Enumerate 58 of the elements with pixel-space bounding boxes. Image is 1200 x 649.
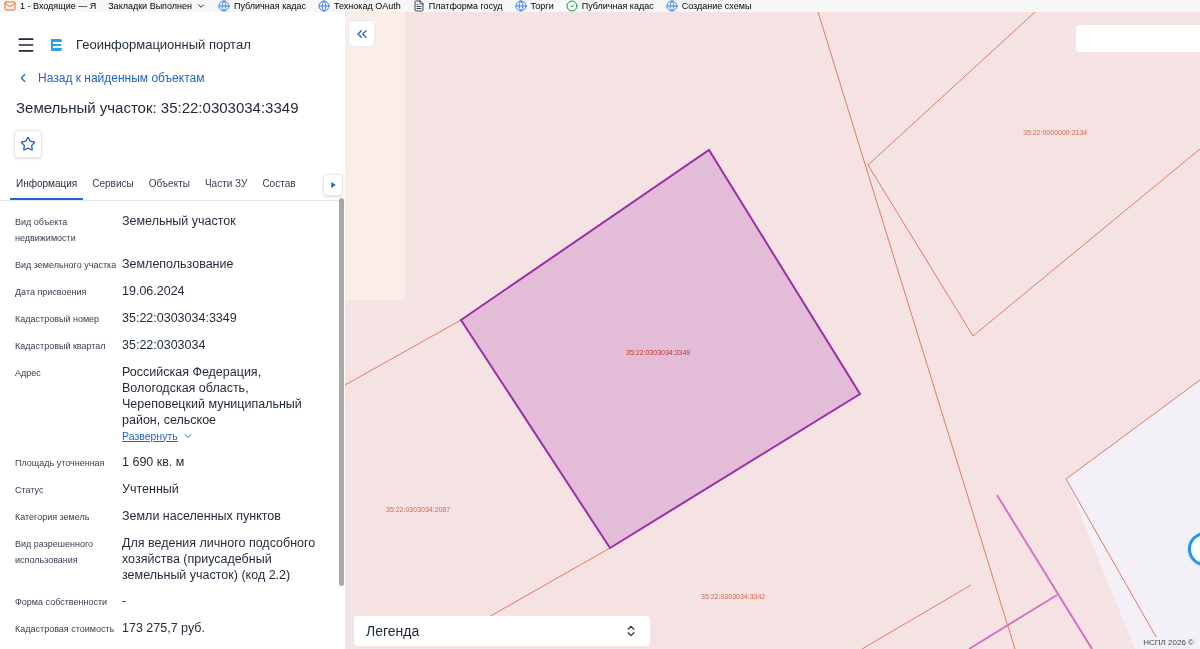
object-title: Земельный участок: 35:22:0303034:3349 bbox=[15, 98, 300, 118]
page-icon bbox=[412, 0, 425, 12]
field-value: 35:22:0303034 bbox=[122, 336, 207, 353]
globe-icon bbox=[514, 0, 527, 12]
field-label: Форма собственности bbox=[14, 595, 109, 609]
field-label: Адрес bbox=[14, 366, 42, 380]
field-value: Земельный участок bbox=[122, 212, 237, 229]
globe-icon bbox=[665, 0, 678, 12]
field-value: 173 275,7 руб. bbox=[122, 619, 206, 636]
map-search-field[interactable] bbox=[1076, 25, 1200, 52]
tab[interactable]: Объекты bbox=[142, 175, 196, 200]
caret-right-icon bbox=[330, 181, 336, 188]
logo-icon bbox=[48, 37, 64, 53]
field-label: Кадастровая стоимость bbox=[14, 622, 116, 636]
legend-select[interactable]: Легенда bbox=[354, 616, 650, 646]
field-label: Дата присвоения bbox=[14, 285, 88, 299]
field-value: Землепользование bbox=[122, 255, 235, 272]
tab[interactable]: Информация bbox=[10, 175, 84, 200]
field-value: 1 690 кв. м bbox=[122, 453, 186, 470]
field-label: Категория земель bbox=[14, 510, 91, 524]
star-icon bbox=[20, 135, 36, 152]
globe-icon bbox=[318, 0, 331, 12]
field-value: Учтенный bbox=[122, 480, 180, 497]
bookmark-link[interactable]: Публичная кадас bbox=[218, 0, 307, 12]
tab[interactable]: Части ЗУ bbox=[198, 175, 254, 200]
tab[interactable]: Сервисы bbox=[86, 175, 140, 200]
field-value: 35:22:0303034:3349 bbox=[122, 309, 238, 326]
field-label: Кадастровый номер bbox=[14, 312, 101, 326]
field-label: Площадь уточненная bbox=[14, 456, 106, 470]
collapse-panel-button[interactable] bbox=[348, 20, 375, 47]
bookmark-link[interactable]: 1 - Входящие — Я bbox=[4, 0, 97, 12]
bookmark-link[interactable]: Торги bbox=[514, 0, 554, 12]
field-label: Вид объекта недвижимости bbox=[14, 215, 77, 245]
mail-icon bbox=[4, 0, 16, 12]
back-link[interactable]: Назад к найденным объектам bbox=[0, 69, 345, 87]
globe-icon bbox=[218, 0, 230, 12]
bookmark-link[interactable]: Закладки Выполнен bbox=[108, 0, 206, 12]
field-value: Земли населенных пунктов bbox=[122, 507, 282, 524]
field-label: Вид разрешенного использования bbox=[14, 537, 95, 567]
field-label: Статус bbox=[14, 483, 45, 497]
field-value: - bbox=[122, 592, 128, 609]
bookmark-link[interactable]: Создание схемы bbox=[665, 0, 752, 12]
field-label: Кадастровый квартал bbox=[14, 339, 107, 353]
field-value: Российская Федерация, Вологодская область, Череповецкий муниципальный район, сельское bbox=[122, 363, 303, 428]
tabs-next-button[interactable] bbox=[323, 173, 343, 196]
field-value: 19.06.2024 bbox=[122, 282, 186, 299]
field-value: Для ведения личного подсобного хозяйства (приусадебный земельный участок) (код 2.2) bbox=[122, 534, 317, 583]
field-label: Вид земельного участка bbox=[14, 258, 118, 272]
chevron-down-icon bbox=[196, 1, 206, 11]
favorite-button[interactable] bbox=[14, 129, 42, 158]
bookmark-link[interactable]: Публичная кадас bbox=[565, 0, 654, 12]
bookmark-link[interactable]: Платформа госуд bbox=[412, 0, 503, 12]
tab[interactable]: Состав bbox=[256, 175, 302, 200]
menu-icon[interactable] bbox=[16, 35, 36, 55]
portal-title: Геоинформационный портал bbox=[76, 36, 251, 55]
bookmark-link[interactable]: Технокад OAuth bbox=[318, 0, 401, 12]
expand-link[interactable]: Развернуть bbox=[122, 427, 327, 444]
check-circle-icon bbox=[565, 0, 578, 12]
